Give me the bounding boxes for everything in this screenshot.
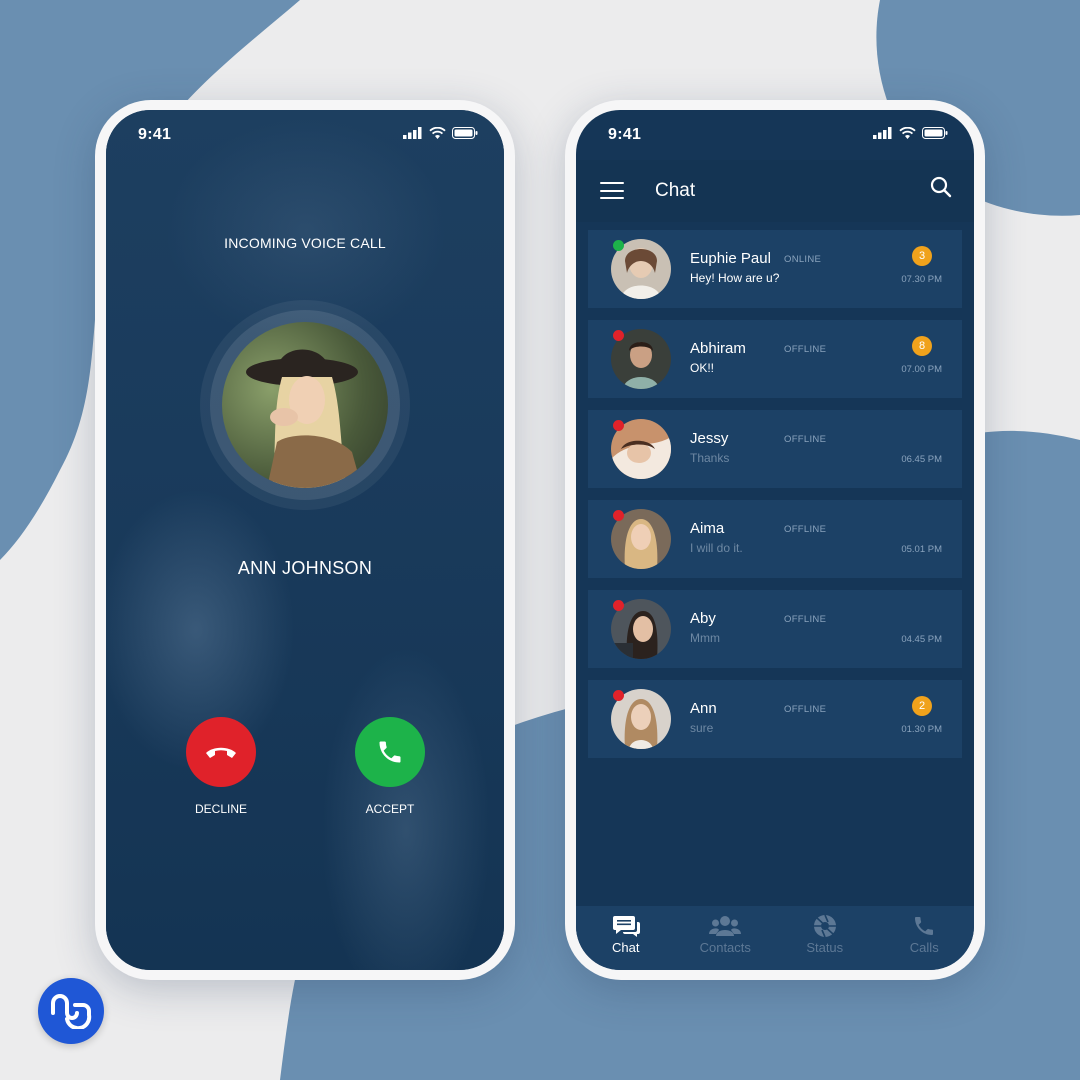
- phone-incoming-call: 9:41 INCOMING VOICE CALL ANN JOHNSON DEC…: [95, 100, 515, 980]
- chat-header: Chat: [576, 160, 974, 222]
- unread-badge: 3: [912, 246, 932, 266]
- contact-name: Abhiram: [690, 340, 746, 357]
- incoming-call-label: INCOMING VOICE CALL: [224, 235, 386, 251]
- contact-status: OFFLINE: [784, 704, 827, 715]
- contact-name: Ann: [690, 700, 717, 717]
- signal-icon: [873, 127, 892, 139]
- contact-status: OFFLINE: [784, 434, 827, 445]
- tab-status[interactable]: Status: [775, 906, 875, 970]
- tab-label: Chat: [612, 940, 640, 955]
- unread-badge: 8: [912, 336, 932, 356]
- offline-indicator: [613, 690, 624, 701]
- tab-label: Status: [806, 940, 844, 955]
- wifi-icon: [899, 127, 916, 139]
- offline-indicator: [613, 600, 624, 611]
- status-bar: 9:41: [576, 110, 974, 160]
- caller-avatar: [222, 322, 388, 488]
- accept-label: ACCEPT: [365, 802, 415, 816]
- offline-indicator: [613, 420, 624, 431]
- message-time: 07.00 PM: [901, 364, 942, 375]
- message-time: 06.45 PM: [901, 454, 942, 465]
- tab-label: Calls: [909, 940, 939, 955]
- contact-name: Jessy: [690, 430, 729, 447]
- contact-name: Aima: [690, 520, 725, 537]
- tab-chat[interactable]: Chat: [576, 906, 676, 970]
- tab-calls[interactable]: Calls: [875, 906, 975, 970]
- battery-icon: [922, 127, 948, 139]
- message-time: 04.45 PM: [901, 634, 942, 645]
- search-icon[interactable]: [928, 174, 954, 200]
- logo-mark-icon: [51, 994, 92, 1029]
- phone-icon: [379, 741, 401, 763]
- signal-icon: [403, 127, 422, 139]
- status-time: 9:41: [608, 126, 642, 143]
- message-time: 01.30 PM: [901, 724, 942, 735]
- status-time: 9:41: [138, 126, 172, 143]
- offline-indicator: [613, 510, 624, 521]
- last-message: Hey! How are u?: [690, 271, 780, 285]
- message-time: 05.01 PM: [901, 544, 942, 555]
- brand-logo: [38, 978, 104, 1044]
- contact-status: OFFLINE: [784, 524, 827, 535]
- tab-label: Contacts: [699, 940, 751, 955]
- contacts-icon: [709, 916, 742, 936]
- online-indicator: [613, 240, 624, 251]
- chat-bubbles-icon: [612, 916, 640, 937]
- status-bar: 9:41: [106, 110, 504, 160]
- chat-list-item[interactable]: Abhiram OFFLINE OK!! 8 07.00 PM: [588, 320, 962, 398]
- decline-button[interactable]: [186, 717, 256, 787]
- chat-screen: 9:41 Chat Euphie Paul ONLINE Hey! How ar…: [576, 110, 974, 970]
- message-time: 07.30 PM: [901, 274, 942, 285]
- tab-contacts[interactable]: Contacts: [676, 906, 776, 970]
- contact-status: OFFLINE: [784, 344, 827, 355]
- aperture-icon: [813, 914, 836, 938]
- page-title: Chat: [655, 180, 696, 201]
- unread-badge: 2: [912, 696, 932, 716]
- contact-status: OFFLINE: [784, 614, 827, 625]
- call-screen: 9:41 INCOMING VOICE CALL ANN JOHNSON DEC…: [106, 110, 504, 970]
- last-message: OK!!: [690, 361, 715, 375]
- accept-button[interactable]: [355, 717, 425, 787]
- last-message: sure: [690, 721, 714, 735]
- battery-icon: [452, 127, 478, 139]
- bottom-tab-bar: Chat Contacts Status Calls: [576, 906, 974, 970]
- chat-list-item[interactable]: Euphie Paul ONLINE Hey! How are u? 3 07.…: [588, 230, 962, 308]
- chat-list-item[interactable]: Jessy OFFLINE Thanks 06.45 PM: [588, 410, 962, 488]
- contact-name: Aby: [690, 610, 716, 627]
- chat-list: Euphie Paul ONLINE Hey! How are u? 3 07.…: [588, 230, 962, 770]
- contact-status: ONLINE: [784, 254, 822, 265]
- hang-up-icon: [206, 747, 236, 758]
- menu-icon[interactable]: [600, 182, 624, 200]
- last-message: Thanks: [690, 451, 730, 465]
- last-message: Mmm: [690, 631, 720, 645]
- chat-list-item[interactable]: Aby OFFLINE Mmm 04.45 PM: [588, 590, 962, 668]
- wifi-icon: [429, 127, 446, 139]
- last-message: I will do it.: [690, 541, 743, 555]
- chat-list-item[interactable]: Aima OFFLINE I will do it. 05.01 PM: [588, 500, 962, 578]
- phone-chat-list: 9:41 Chat Euphie Paul ONLINE Hey! How ar…: [565, 100, 985, 980]
- decline-label: DECLINE: [194, 802, 247, 816]
- caller-name: ANN JOHNSON: [237, 558, 373, 578]
- chat-list-item[interactable]: Ann OFFLINE sure 2 01.30 PM: [588, 680, 962, 758]
- contact-name: Euphie Paul: [690, 250, 771, 267]
- offline-indicator: [613, 330, 624, 341]
- phone-icon: [915, 917, 934, 935]
